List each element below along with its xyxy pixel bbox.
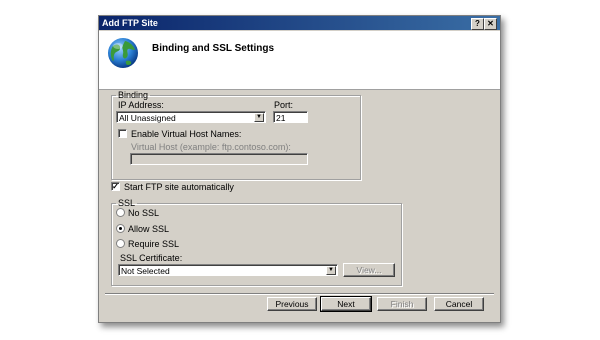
footer-separator <box>105 293 494 295</box>
allow-ssl-radio[interactable] <box>116 224 125 233</box>
virtual-host-checkbox[interactable] <box>118 129 127 138</box>
virtual-host-input[interactable] <box>130 153 308 165</box>
help-button[interactable]: ? <box>471 18 484 30</box>
require-ssl-label: Require SSL <box>128 239 180 249</box>
require-ssl-radio[interactable] <box>116 239 125 248</box>
chevron-down-icon[interactable]: ▼ <box>254 113 264 122</box>
virtual-host-label: Virtual Host (example: ftp.contoso.com): <box>131 142 291 152</box>
header-panel: Binding and SSL Settings <box>99 31 500 90</box>
port-label: Port: <box>274 100 294 110</box>
virtual-host-checkbox-label: Enable Virtual Host Names: <box>131 129 242 139</box>
ssl-certificate-select[interactable]: Not Selected ▼ <box>118 264 338 276</box>
close-button[interactable]: ✕ <box>484 18 497 30</box>
globe-icon <box>108 38 138 68</box>
cancel-button[interactable]: Cancel <box>434 297 484 311</box>
next-button[interactable]: Next <box>320 296 372 312</box>
start-automatically-checkbox[interactable]: ✓ <box>111 182 120 191</box>
previous-button[interactable]: Previous <box>267 297 317 311</box>
title-bar: Add FTP Site ? ✕ <box>99 16 500 30</box>
add-ftp-site-dialog: Add FTP Site ? ✕ Binding and SSL Setting… <box>98 15 501 323</box>
no-ssl-label: No SSL <box>128 208 160 218</box>
no-ssl-radio[interactable] <box>116 208 125 217</box>
page-title: Binding and SSL Settings <box>152 43 275 54</box>
ip-address-select[interactable]: All Unassigned ▼ <box>116 111 266 123</box>
ssl-legend: SSL <box>118 198 136 208</box>
allow-ssl-label: Allow SSL <box>128 224 170 234</box>
port-input[interactable]: 21 <box>273 111 308 123</box>
view-certificate-button[interactable]: View... <box>343 263 395 277</box>
ssl-certificate-value: Not Selected <box>121 266 170 276</box>
finish-button[interactable]: Finish <box>377 297 427 311</box>
ssl-certificate-label: SSL Certificate: <box>120 253 183 263</box>
chevron-down-icon[interactable]: ▼ <box>326 266 336 275</box>
ip-address-label: IP Address: <box>118 100 164 110</box>
window-title: Add FTP Site <box>102 18 158 28</box>
binding-legend: Binding <box>118 90 149 100</box>
start-automatically-label: Start FTP site automatically <box>124 182 234 192</box>
ip-address-value: All Unassigned <box>119 113 176 123</box>
